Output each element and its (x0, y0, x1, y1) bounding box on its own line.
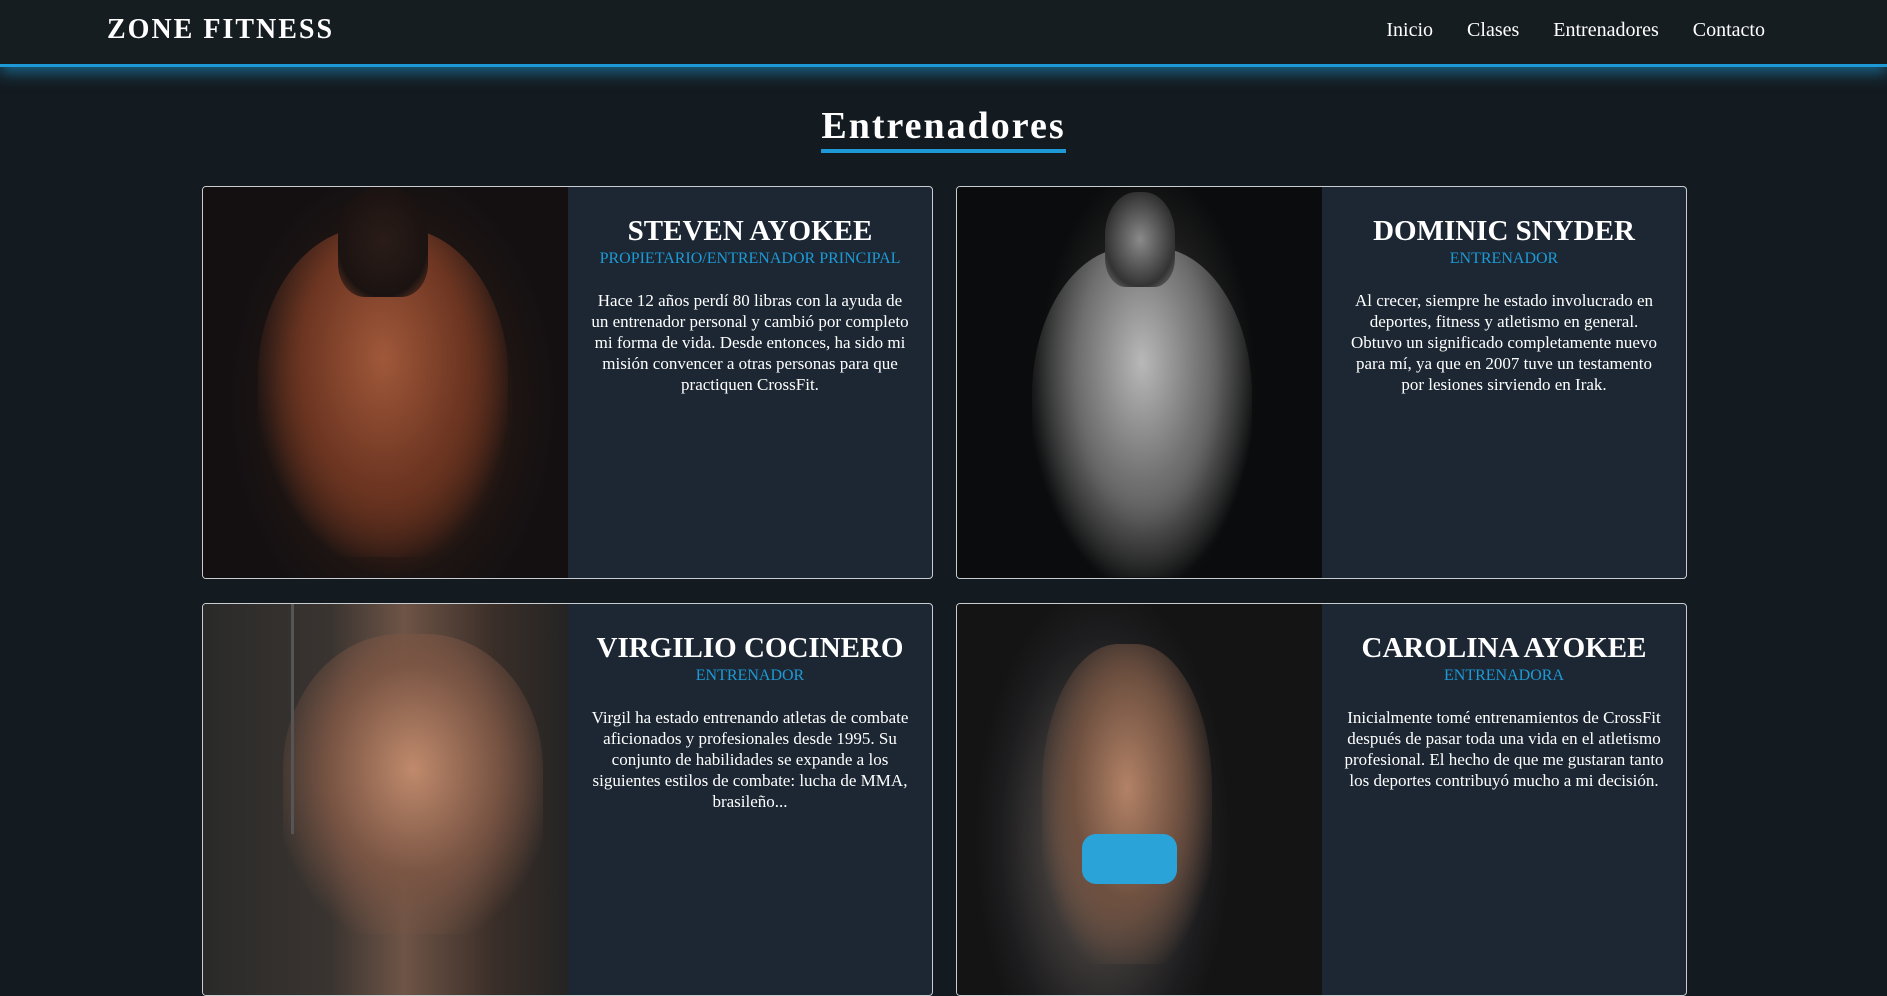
trainer-role: ENTRENADOR (695, 667, 805, 684)
nav-link-inicio[interactable]: Inicio (1386, 17, 1433, 43)
trainer-info: VIRGILIO COCINERO ENTRENADOR Virgil ha e… (568, 604, 932, 995)
trainer-info: CAROLINA AYOKEE ENTRENADORA Inicialmente… (1322, 604, 1686, 995)
trainer-bio: Al crecer, siempre he estado involucrado… (1351, 291, 1657, 394)
nav-link-clases[interactable]: Clases (1467, 17, 1519, 43)
trainer-role: ENTRENADORA (1444, 667, 1564, 684)
trainer-role: PROPIETARIO/ENTRENADOR PRINCIPAL (599, 250, 901, 267)
trainer-name: DOMINIC SNYDER (1373, 215, 1635, 247)
trainer-card: STEVEN AYOKEE PROPIETARIO/ENTRENADOR PRI… (202, 186, 933, 579)
trainer-photo (203, 604, 568, 995)
trainer-role: ENTRENADOR (1449, 250, 1559, 267)
trainer-card: CAROLINA AYOKEE ENTRENADORA Inicialmente… (956, 603, 1687, 996)
section-heading: Entrenadores (0, 103, 1887, 153)
trainer-card: DOMINIC SNYDER ENTRENADOR Al crecer, sie… (956, 186, 1687, 579)
nav-link-entrenadores[interactable]: Entrenadores (1553, 17, 1659, 43)
trainer-photo (957, 187, 1322, 578)
trainer-card: VIRGILIO COCINERO ENTRENADOR Virgil ha e… (202, 603, 933, 996)
brand-logo[interactable]: ZONE FITNESS (107, 12, 334, 48)
trainer-bio: Inicialmente tomé entrenamientos de Cros… (1344, 708, 1664, 790)
trainer-info: DOMINIC SNYDER ENTRENADOR Al crecer, sie… (1322, 187, 1686, 578)
page-title: Entrenadores (821, 103, 1066, 153)
trainer-name: VIRGILIO COCINERO (596, 632, 904, 664)
top-navbar: ZONE FITNESS Inicio Clases Entrenadores … (0, 0, 1887, 67)
nav-menu: Inicio Clases Entrenadores Contacto (1386, 17, 1765, 43)
nav-link-contacto[interactable]: Contacto (1693, 17, 1765, 43)
trainer-photo (957, 604, 1322, 995)
trainer-photo (203, 187, 568, 578)
trainer-bio: Hace 12 años perdí 80 libras con la ayud… (591, 291, 909, 394)
trainer-name: CAROLINA AYOKEE (1361, 632, 1647, 664)
trainer-info: STEVEN AYOKEE PROPIETARIO/ENTRENADOR PRI… (568, 187, 932, 578)
trainer-bio: Virgil ha estado entrenando atletas de c… (591, 708, 909, 811)
trainer-name: STEVEN AYOKEE (627, 215, 873, 247)
